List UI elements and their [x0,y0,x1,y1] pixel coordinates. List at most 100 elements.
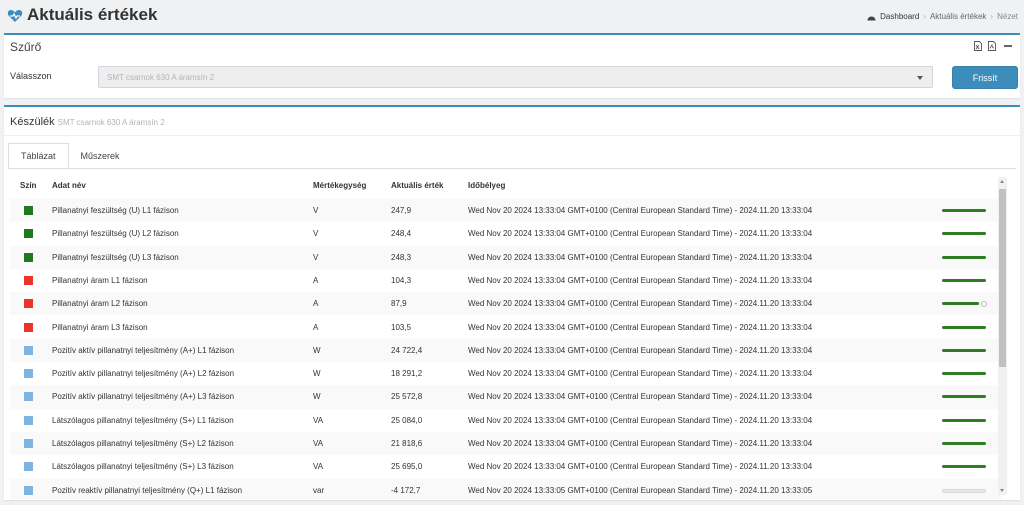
page-title: Aktuális értékek [27,5,158,24]
file-pdf-icon[interactable] [988,41,996,51]
cell-name: Pillanatnyi feszültség (U) L3 fázison [52,252,179,262]
table-row[interactable]: Pillanatnyi áram L2 fázison A 87,9 Wed Nov … [10,292,1002,316]
device-select[interactable]: SMT csarnok 630 A áramsín 2 [98,66,933,88]
cell-unit: var [313,485,325,495]
table-row[interactable]: Pozitív reaktív pillanatnyi teljesítmény… [10,478,1002,499]
color-swatch [24,229,33,239]
header-unit[interactable]: Mértékegység [313,181,366,190]
cell-value: 87,9 [391,299,407,309]
cell-value: 25 084,0 [391,415,423,425]
level-bar-fill [942,442,986,445]
filter-panel: Szűrő Válasszon SMT csarnok 630 A áramsí… [4,33,1020,98]
device-select-value: SMT csarnok 630 A áramsín 2 [107,73,215,82]
file-excel-icon[interactable] [974,41,982,51]
level-bar [942,209,986,212]
table-row[interactable]: Pozitív aktív pillanatnyi teljesítmény (… [10,362,1002,385]
table-row[interactable]: Pozitív aktív pillanatnyi teljesítmény (… [10,338,1002,363]
color-swatch [24,322,33,332]
cell-name: Pillanatnyi áram L2 fázison [52,299,148,309]
cell-value: -4 172,7 [391,485,421,495]
cell-timestamp: Wed Nov 20 2024 13:33:04 GMT+0100 (Centr… [468,462,813,472]
cell-timestamp: Wed Nov 20 2024 13:33:04 GMT+0100 (Centr… [468,275,813,285]
cell-name: Látszólagos pillanatnyi teljesítmény (S+… [52,439,234,448]
cell-name: Látszólagos pillanatnyi teljesítmény (S+… [52,415,234,425]
table-row[interactable]: Pozitív aktív pillanatnyi teljesítmény (… [10,385,1002,409]
cell-unit: A [313,275,319,285]
top-bar: Aktuális értékek Dashboard › Aktuális ér… [0,0,1024,32]
table-row[interactable]: Látszólagos pillanatnyi teljesítmény (S+… [10,455,1002,478]
cell-unit: W [313,345,321,355]
level-bar [942,465,986,469]
level-bar-fill [942,465,986,469]
color-swatch [24,252,33,262]
chevron-down-icon [917,76,923,80]
table-row[interactable]: Pillanatnyi áram L1 fázison A 104,3 Wed Nov… [10,269,1002,292]
cell-value: 25 572,8 [391,392,423,402]
cell-unit: A [313,299,319,309]
refresh-button[interactable]: Frissít [952,66,1018,89]
level-bar-fill [942,325,986,329]
cell-name: Pozitív aktív pillanatnyi teljesítmény (… [52,369,235,379]
cell-timestamp: Wed Nov 20 2024 13:33:04 GMT+0100 (Centr… [468,299,813,309]
cell-unit: A [313,322,319,332]
cell-timestamp: Wed Nov 20 2024 13:33:05 GMT+0100 (Centr… [468,485,813,495]
device-subtitle: SMT csarnok 630 A áramsín 2 [57,118,165,127]
scroll-up-icon[interactable] [1000,180,1004,183]
level-bar [942,372,986,376]
cell-timestamp: Wed Nov 20 2024 13:33:04 GMT+0100 (Centr… [468,369,813,379]
cell-value: 248,3 [391,252,412,262]
cell-name: Pillanatnyi áram L3 fázison [52,322,148,332]
cell-value: 103,5 [391,322,412,332]
scrollbar-thumb[interactable] [999,189,1006,367]
table-row[interactable]: Pillanatnyi feszültség (U) L3 fázison V 24… [10,245,1002,269]
cell-name: Pozitív reaktív pillanatnyi teljesítmény… [52,485,243,495]
cell-name: Pozitív aktív pillanatnyi teljesítmény (… [52,392,235,402]
cell-unit: VA [313,415,324,425]
header-timestamp[interactable]: Időbélyeg [468,181,505,190]
level-bar [942,325,986,329]
color-swatch [24,345,33,355]
select-label: Válasszon [10,71,52,81]
header-value[interactable]: Aktuális érték [391,181,443,190]
cell-timestamp: Wed Nov 20 2024 13:33:04 GMT+0100 (Centr… [468,415,813,425]
dashboard-icon [867,16,876,20]
table-row[interactable]: Látszólagos pillanatnyi teljesítmény (S+… [10,432,1002,456]
cell-unit: W [313,369,321,379]
values-table: Szín Adat név Mértékegység Aktuális érté… [10,169,1002,499]
tab-table[interactable]: Táblázat [8,143,69,169]
scroll-down-icon[interactable] [1000,489,1004,492]
breadcrumb-dashboard[interactable]: Dashboard [880,12,919,21]
cell-timestamp: Wed Nov 20 2024 13:33:04 GMT+0100 (Centr… [468,322,813,332]
cell-value: 24 722,4 [391,345,423,355]
level-bar [942,278,986,282]
device-title-label: Készülék [10,116,55,128]
table-row[interactable]: Pillanatnyi feszültség (U) L1 fázison V 24… [10,199,1002,223]
table-row[interactable]: Látszólagos pillanatnyi teljesítmény (S+… [10,409,1002,432]
header-color[interactable]: Szín [20,181,36,190]
level-bar-fill [942,278,986,282]
level-bar-fill [942,348,986,352]
level-bar [942,232,986,236]
divider [4,135,1020,136]
level-bar-fill [942,372,986,376]
cell-name: Pillanatnyi feszültség (U) L1 fázison [52,206,179,215]
color-swatch [24,439,33,448]
cell-value: 21 818,6 [391,439,423,448]
device-title: Készülék SMT csarnok 630 A áramsín 2 [10,116,165,128]
table-row[interactable]: Pillanatnyi áram L3 fázison A 103,5 Wed Nov… [10,316,1002,339]
breadcrumb-view: Nézet [997,12,1018,21]
level-bar-fill [942,232,986,236]
scrollbar[interactable] [998,177,1007,495]
color-swatch [24,462,33,472]
breadcrumb: Dashboard › Aktuális értékek › Nézet [867,12,1018,21]
tab-instruments[interactable]: Műszerek [69,143,132,169]
color-swatch [24,206,33,215]
header-name[interactable]: Adat név [52,181,86,190]
cell-unit: V [313,229,319,239]
color-swatch [24,415,33,425]
table-row[interactable]: Pillanatnyi feszültség (U) L2 fázison V 24… [10,222,1002,245]
minus-icon[interactable] [1004,45,1012,47]
cell-unit: V [313,252,319,262]
filter-title: Szűrő [10,40,42,54]
breadcrumb-current-values[interactable]: Aktuális értékek [930,12,986,21]
